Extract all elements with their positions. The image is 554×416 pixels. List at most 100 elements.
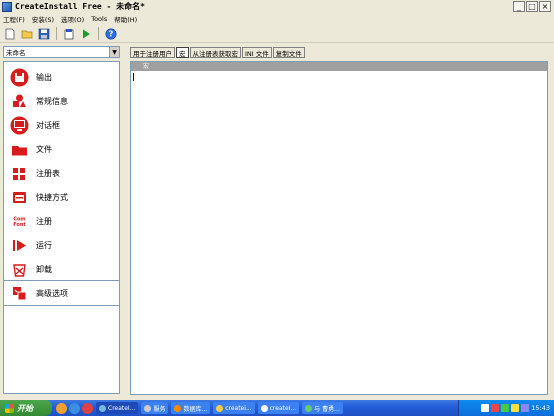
windows-logo-icon: [5, 403, 14, 413]
nav-item-advanced[interactable]: 高级选项: [4, 280, 120, 306]
app-launch-icon[interactable]: [82, 402, 93, 414]
menu-options[interactable]: 选项(O): [61, 14, 84, 24]
svg-text:Font: Font: [13, 222, 26, 228]
help-icon[interactable]: ?: [104, 27, 118, 41]
start-label: 开始: [17, 403, 33, 413]
disk-icon: [10, 68, 29, 87]
toolbar: ?: [0, 25, 554, 43]
task-chat[interactable]: 与 曹勇...: [302, 402, 343, 414]
maximize-button[interactable]: □: [526, 1, 538, 12]
task-label: createi...: [225, 404, 252, 412]
nav-label: 对话框: [36, 120, 60, 130]
tray-icon[interactable]: [491, 404, 500, 412]
nav-item-output[interactable]: 输出: [4, 65, 119, 89]
folder-icon: [216, 404, 224, 412]
tray-icon[interactable]: [501, 404, 510, 412]
nav-label: 高级选项: [36, 288, 68, 298]
window-icon: [260, 404, 268, 412]
nav-item-run[interactable]: 运行: [4, 233, 119, 257]
minimize-button[interactable]: _: [513, 1, 525, 12]
task-createinstall[interactable]: CreateI...: [96, 402, 139, 414]
nav-label: 文件: [36, 144, 52, 154]
taskbar: 开始 CreateI... 服务 数据库... createi... creat…: [0, 400, 554, 416]
task-createi-window[interactable]: createI...: [257, 402, 300, 414]
tray-icon[interactable]: [481, 404, 490, 412]
task-database[interactable]: 数据库...: [171, 402, 211, 414]
nav-item-register[interactable]: Com Font 注册: [4, 209, 119, 233]
tab-strip: 用于注册用户 宏 从注册表获取宏 INI 文件 复制文件: [130, 47, 305, 59]
tab-registry-macros[interactable]: 从注册表获取宏: [189, 47, 241, 58]
app-icon: [99, 404, 106, 412]
menu-bar: 工程(F) 安装(S) 选项(O) Tools 帮助(H): [0, 13, 554, 24]
task-label: 与 曹勇...: [314, 405, 340, 413]
save-icon[interactable]: [37, 27, 51, 41]
text-caret: [133, 73, 134, 81]
task-label: 服务: [153, 405, 166, 413]
tab-ini-files[interactable]: INI 文件: [242, 47, 272, 58]
clock[interactable]: 15:43: [531, 404, 550, 412]
services-icon: [144, 404, 152, 412]
build-icon[interactable]: [62, 27, 76, 41]
tab-macros[interactable]: 宏: [176, 47, 189, 58]
nav-item-general[interactable]: 常规信息: [4, 89, 119, 113]
title-bar: CreateInstall Free - 未命名* _ □ ×: [0, 0, 554, 13]
start-button[interactable]: 开始: [0, 400, 52, 416]
monitor-icon: [10, 116, 29, 135]
tab-registered-user[interactable]: 用于注册用户: [130, 47, 175, 58]
tray-icon[interactable]: [511, 404, 520, 412]
window-title: CreateInstall Free - 未命名*: [15, 2, 145, 11]
chat-icon: [305, 404, 313, 412]
tab-copy-files[interactable]: 复制文件: [272, 47, 305, 58]
toolbar-separator: [56, 27, 57, 40]
app-icon: [2, 1, 12, 12]
nav-item-shortcuts[interactable]: 快捷方式: [4, 185, 119, 209]
registry-icon: [10, 164, 29, 183]
nav-label: 注册表: [36, 168, 60, 178]
close-button[interactable]: ×: [539, 1, 551, 12]
project-select-value: 未命名: [6, 49, 26, 57]
section-nav: 输出 常规信息 对话框 文件 注册表 快捷方式 Com Font 注册 运行 卸…: [3, 61, 120, 394]
task-label: 数据库...: [183, 405, 208, 413]
menu-help[interactable]: 帮助(H): [114, 14, 137, 24]
svg-text:?: ?: [109, 29, 114, 38]
macro-editor[interactable]: 宏: [130, 61, 548, 395]
nav-label: 注册: [36, 216, 52, 226]
window-controls: _ □ ×: [513, 1, 551, 12]
nav-item-registry[interactable]: 注册表: [4, 161, 119, 185]
system-tray: 15:43: [458, 400, 554, 416]
tray-icon[interactable]: [521, 404, 530, 412]
nav-label: 快捷方式: [36, 192, 68, 202]
editor-header: 宏: [131, 62, 547, 71]
new-file-icon[interactable]: [3, 27, 17, 41]
play-icon: [10, 236, 29, 255]
menu-project[interactable]: 工程(F): [3, 14, 25, 24]
task-label: createI...: [269, 404, 297, 412]
nav-label: 卸载: [36, 264, 52, 274]
toolbar-separator: [98, 27, 99, 40]
folder-icon: [10, 140, 29, 159]
nav-label: 常规信息: [36, 96, 68, 106]
nav-item-files[interactable]: 文件: [4, 137, 119, 161]
advanced-icon: [10, 284, 29, 303]
menu-setup[interactable]: 安装(S): [32, 14, 54, 24]
project-select[interactable]: 未命名 ▼: [3, 46, 120, 58]
task-services[interactable]: 服务: [141, 402, 169, 414]
chevron-down-icon[interactable]: ▼: [109, 47, 119, 57]
menu-tools[interactable]: Tools: [91, 15, 107, 23]
firefox-icon[interactable]: [56, 402, 67, 414]
com-icon: Com Font: [10, 212, 29, 231]
open-folder-icon[interactable]: [20, 27, 34, 41]
task-createi-folder[interactable]: createi...: [213, 402, 255, 414]
ie-icon[interactable]: [69, 402, 80, 414]
quick-launch: [56, 402, 93, 414]
nav-item-uninstall[interactable]: 卸载: [4, 257, 119, 281]
shapes-icon: [10, 92, 29, 111]
task-label: CreateI...: [108, 404, 136, 412]
shortcut-icon: [10, 188, 29, 207]
nav-label: 输出: [36, 72, 52, 82]
trash-icon: [10, 260, 29, 279]
nav-item-dialogs[interactable]: 对话框: [4, 113, 119, 137]
run-icon[interactable]: [79, 27, 93, 41]
firefox-icon: [174, 404, 182, 412]
nav-label: 运行: [36, 240, 52, 250]
